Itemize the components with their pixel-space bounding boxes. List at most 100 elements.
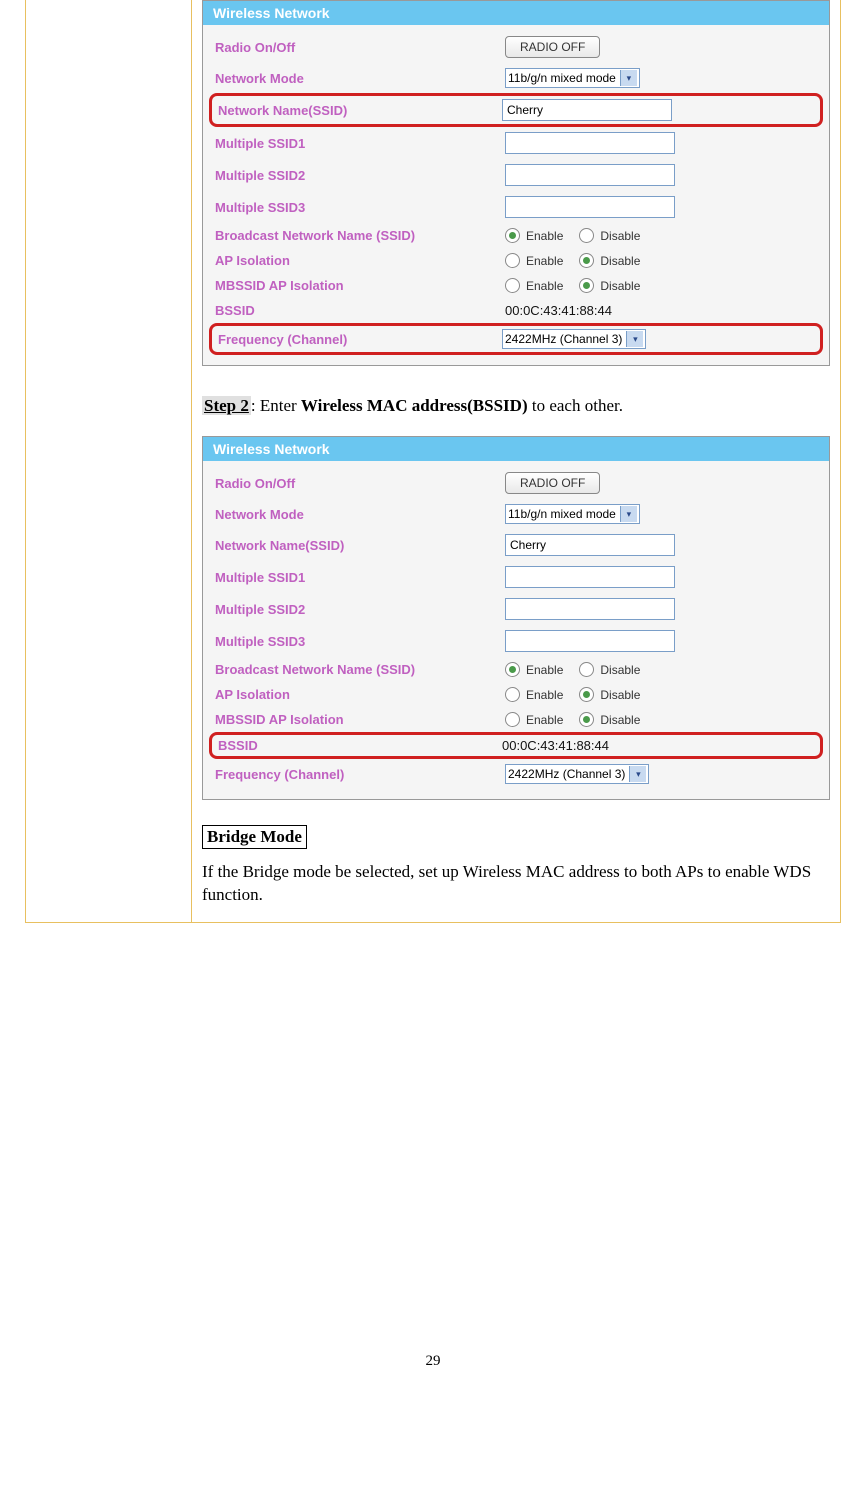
highlight-frequency-row: Frequency (Channel) 2422MHz (Channel 3) … bbox=[209, 323, 823, 355]
bridge-mode-text: If the Bridge mode be selected, set up W… bbox=[202, 861, 830, 907]
label-network-mode: Network Mode bbox=[215, 507, 505, 522]
broadcast-enable-label: Enable bbox=[526, 229, 563, 243]
label-bssid: BSSID bbox=[215, 303, 505, 318]
mssid3-input[interactable] bbox=[505, 630, 675, 652]
label-broadcast: Broadcast Network Name (SSID) bbox=[215, 228, 505, 243]
label-apiso: AP Isolation bbox=[215, 687, 505, 702]
page-number: 29 bbox=[0, 1353, 866, 1390]
right-column: Wireless Network Radio On/Off RADIO OFF … bbox=[192, 0, 840, 922]
label-ssid: Network Name(SSID) bbox=[215, 538, 505, 553]
broadcast-enable-radio[interactable] bbox=[505, 228, 520, 243]
chevron-down-icon: ▾ bbox=[620, 506, 637, 522]
mssid1-input[interactable] bbox=[505, 132, 675, 154]
radio-off-button[interactable]: RADIO OFF bbox=[505, 472, 600, 494]
apiso-disable-radio[interactable] bbox=[579, 687, 594, 702]
label-mssid1: Multiple SSID1 bbox=[215, 570, 505, 585]
mbssid-enable-label: Enable bbox=[526, 279, 563, 293]
broadcast-enable-radio[interactable] bbox=[505, 662, 520, 677]
broadcast-enable-label: Enable bbox=[526, 663, 563, 677]
row-network-mode: Network Mode 11b/g/n mixed mode ▾ bbox=[203, 63, 829, 93]
row-frequency: Frequency (Channel) 2422MHz (Channel 3) … bbox=[203, 759, 829, 789]
row-mbssid: MBSSID AP Isolation Enable Disable bbox=[203, 707, 829, 732]
row-radio-onoff: Radio On/Off RADIO OFF bbox=[203, 467, 829, 499]
label-mssid2: Multiple SSID2 bbox=[215, 168, 505, 183]
label-frequency: Frequency (Channel) bbox=[215, 767, 505, 782]
label-mssid2: Multiple SSID2 bbox=[215, 602, 505, 617]
wireless-network-panel-2: Wireless Network Radio On/Off RADIO OFF … bbox=[202, 436, 830, 800]
ssid-input[interactable] bbox=[505, 534, 675, 556]
panel-body: Radio On/Off RADIO OFF Network Mode 11b/… bbox=[203, 25, 829, 365]
apiso-enable-label: Enable bbox=[526, 688, 563, 702]
row-bssid: BSSID 00:0C:43:41:88:44 bbox=[203, 298, 829, 323]
frequency-select[interactable]: 2422MHz (Channel 3) ▾ bbox=[505, 764, 649, 784]
highlight-bssid-row: BSSID 00:0C:43:41:88:44 bbox=[209, 732, 823, 759]
label-mssid3: Multiple SSID3 bbox=[215, 634, 505, 649]
ssid-input[interactable] bbox=[502, 99, 672, 121]
row-mbssid: MBSSID AP Isolation Enable Disable bbox=[203, 273, 829, 298]
apiso-disable-label: Disable bbox=[600, 254, 640, 268]
mbssid-enable-radio[interactable] bbox=[505, 278, 520, 293]
row-radio-onoff: Radio On/Off RADIO OFF bbox=[203, 31, 829, 63]
bssid-value: 00:0C:43:41:88:44 bbox=[505, 303, 612, 318]
mbssid-disable-radio[interactable] bbox=[579, 712, 594, 727]
step2-bold: Wireless MAC address(BSSID) bbox=[301, 396, 528, 415]
mbssid-disable-label: Disable bbox=[600, 279, 640, 293]
step2-label: Step 2 bbox=[202, 396, 251, 415]
step2-rest: to each other. bbox=[528, 396, 623, 415]
apiso-enable-label: Enable bbox=[526, 254, 563, 268]
step2-text: Step 2: Enter Wireless MAC address(BSSID… bbox=[202, 396, 830, 416]
label-frequency: Frequency (Channel) bbox=[218, 332, 502, 347]
label-radio-onoff: Radio On/Off bbox=[215, 476, 505, 491]
panel-header: Wireless Network bbox=[203, 1, 829, 25]
broadcast-disable-label: Disable bbox=[600, 663, 640, 677]
row-mssid2: Multiple SSID2 bbox=[203, 593, 829, 625]
mssid3-input[interactable] bbox=[505, 196, 675, 218]
network-mode-select[interactable]: 11b/g/n mixed mode ▾ bbox=[505, 504, 640, 524]
label-bssid: BSSID bbox=[218, 738, 502, 753]
frequency-value: 2422MHz (Channel 3) bbox=[508, 767, 625, 781]
radio-off-button[interactable]: RADIO OFF bbox=[505, 36, 600, 58]
row-broadcast: Broadcast Network Name (SSID) Enable Dis… bbox=[203, 223, 829, 248]
bssid-value: 00:0C:43:41:88:44 bbox=[502, 738, 609, 753]
mbssid-disable-radio[interactable] bbox=[579, 278, 594, 293]
row-network-mode: Network Mode 11b/g/n mixed mode ▾ bbox=[203, 499, 829, 529]
label-broadcast: Broadcast Network Name (SSID) bbox=[215, 662, 505, 677]
mssid2-input[interactable] bbox=[505, 164, 675, 186]
bridge-mode-heading: Bridge Mode bbox=[202, 825, 307, 849]
row-mssid1: Multiple SSID1 bbox=[203, 127, 829, 159]
mssid2-input[interactable] bbox=[505, 598, 675, 620]
row-broadcast: Broadcast Network Name (SSID) Enable Dis… bbox=[203, 657, 829, 682]
broadcast-disable-label: Disable bbox=[600, 229, 640, 243]
mbssid-enable-radio[interactable] bbox=[505, 712, 520, 727]
mbssid-enable-label: Enable bbox=[526, 713, 563, 727]
panel-header: Wireless Network bbox=[203, 437, 829, 461]
label-ssid: Network Name(SSID) bbox=[218, 103, 502, 118]
highlight-ssid-row: Network Name(SSID) bbox=[209, 93, 823, 127]
row-mssid3: Multiple SSID3 bbox=[203, 191, 829, 223]
label-mbssid: MBSSID AP Isolation bbox=[215, 278, 505, 293]
row-apiso: AP Isolation Enable Disable bbox=[203, 682, 829, 707]
row-mssid3: Multiple SSID3 bbox=[203, 625, 829, 657]
label-mbssid: MBSSID AP Isolation bbox=[215, 712, 505, 727]
panel-body: Radio On/Off RADIO OFF Network Mode 11b/… bbox=[203, 461, 829, 799]
label-network-mode: Network Mode bbox=[215, 71, 505, 86]
apiso-disable-radio[interactable] bbox=[579, 253, 594, 268]
network-mode-select[interactable]: 11b/g/n mixed mode ▾ bbox=[505, 68, 640, 88]
frequency-select[interactable]: 2422MHz (Channel 3) ▾ bbox=[502, 329, 646, 349]
chevron-down-icon: ▾ bbox=[629, 766, 646, 782]
network-mode-value: 11b/g/n mixed mode bbox=[508, 507, 616, 521]
broadcast-disable-radio[interactable] bbox=[579, 228, 594, 243]
apiso-enable-radio[interactable] bbox=[505, 687, 520, 702]
row-apiso: AP Isolation Enable Disable bbox=[203, 248, 829, 273]
chevron-down-icon: ▾ bbox=[620, 70, 637, 86]
label-mssid1: Multiple SSID1 bbox=[215, 136, 505, 151]
step2-sep: : Enter bbox=[251, 396, 301, 415]
label-radio-onoff: Radio On/Off bbox=[215, 40, 505, 55]
mssid1-input[interactable] bbox=[505, 566, 675, 588]
frequency-value: 2422MHz (Channel 3) bbox=[505, 332, 622, 346]
apiso-enable-radio[interactable] bbox=[505, 253, 520, 268]
network-mode-value: 11b/g/n mixed mode bbox=[508, 71, 616, 85]
page-frame: Wireless Network Radio On/Off RADIO OFF … bbox=[25, 0, 841, 923]
broadcast-disable-radio[interactable] bbox=[579, 662, 594, 677]
apiso-disable-label: Disable bbox=[600, 688, 640, 702]
